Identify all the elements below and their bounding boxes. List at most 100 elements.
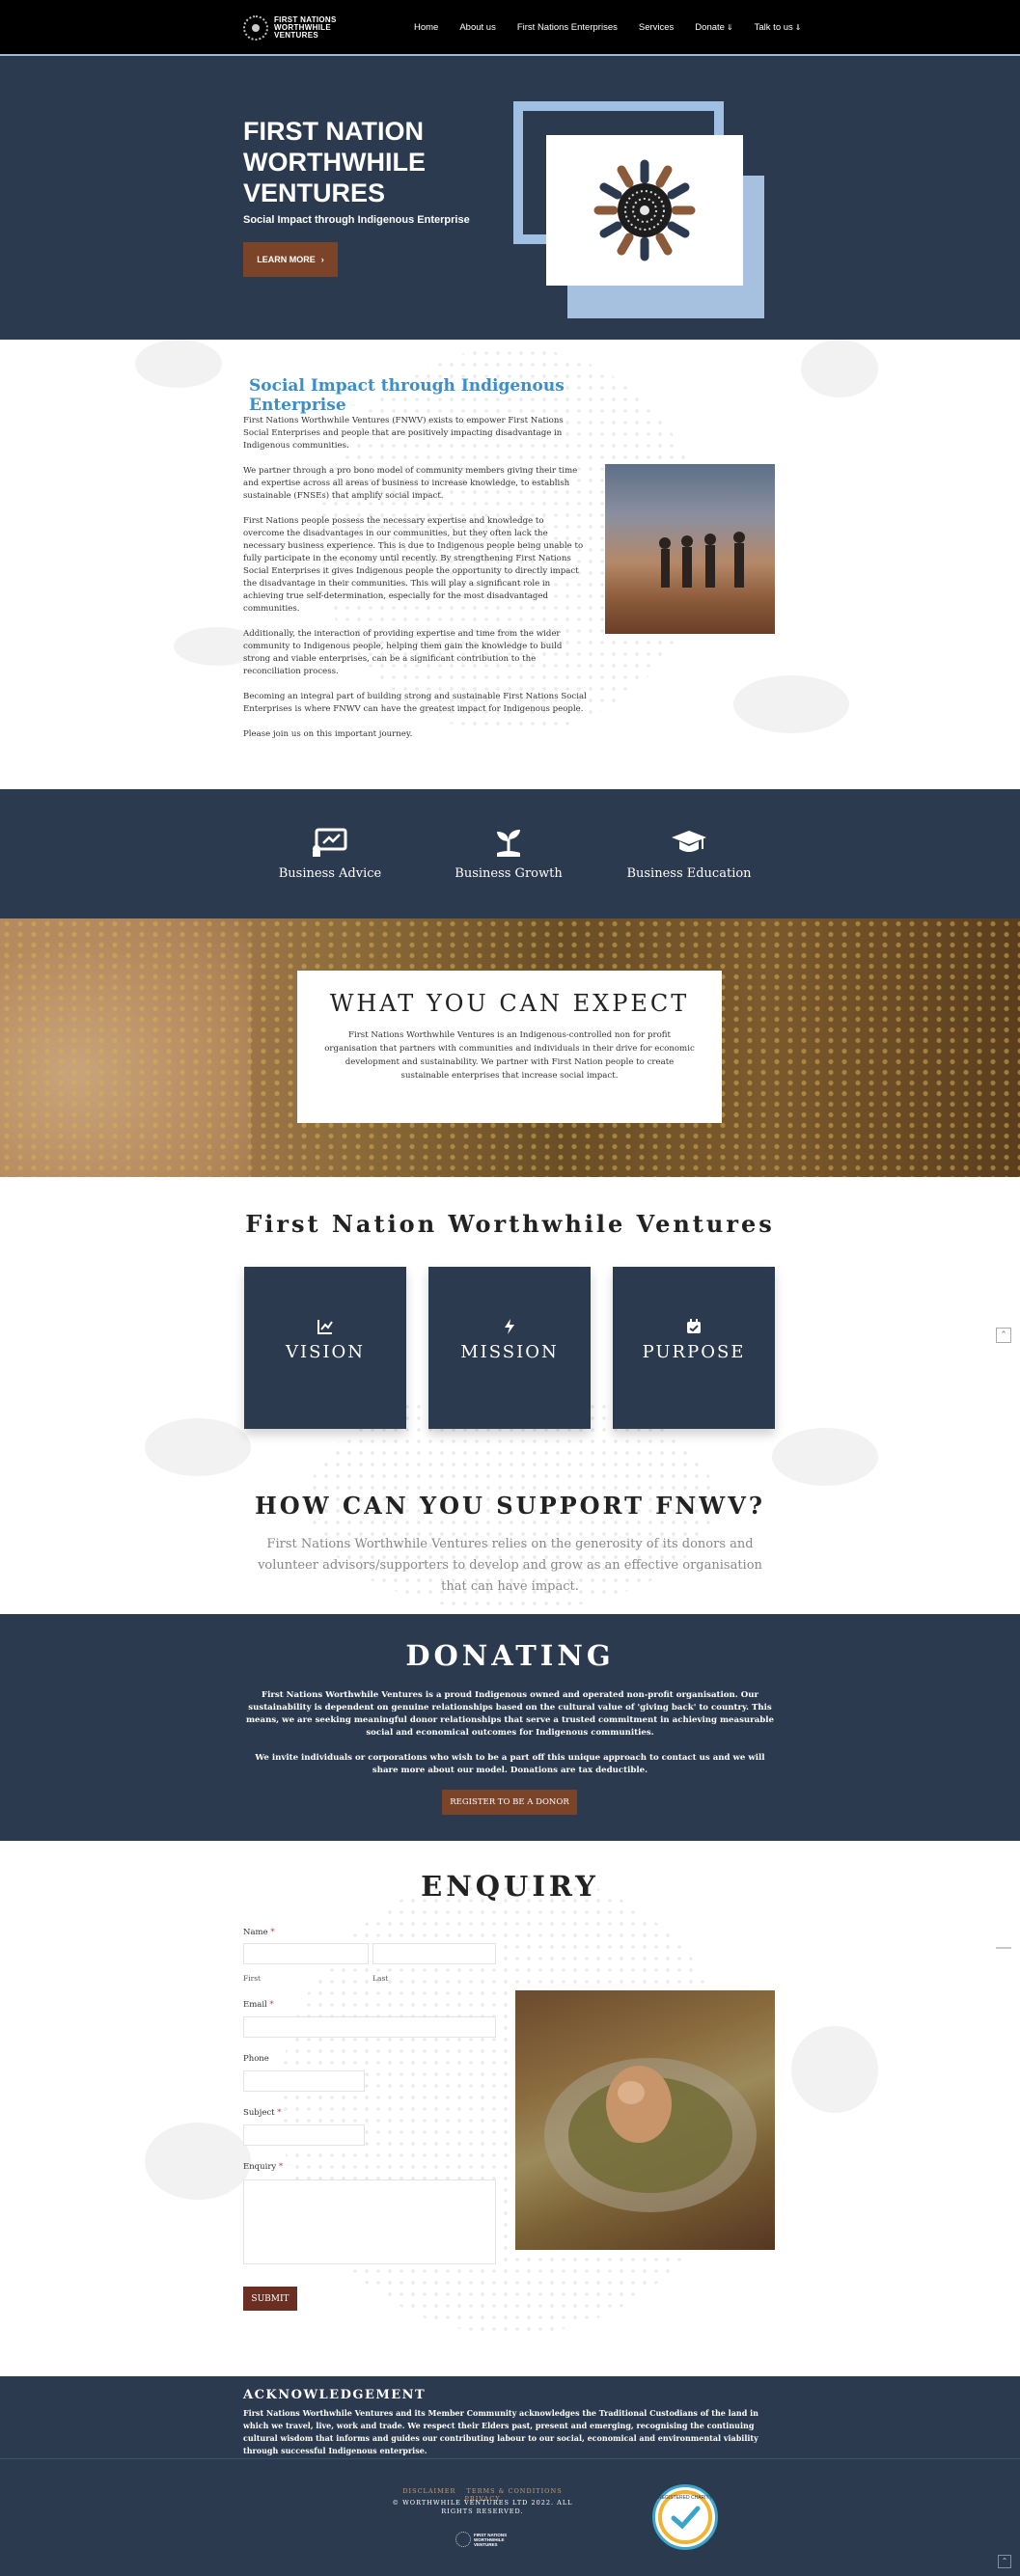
- enquiry-title: ENQUIRY: [421, 1870, 599, 1903]
- intro-paragraph: Please join us on this important journey…: [243, 729, 413, 739]
- email-label: Email *: [243, 2000, 274, 2010]
- card-label: PURPOSE: [642, 1342, 746, 1362]
- scroll-up-icon[interactable]: ⌃: [996, 1328, 1011, 1343]
- learn-more-label: LEARN MORE: [257, 255, 316, 264]
- terms-link[interactable]: TERMS & CONDITIONS: [467, 2487, 563, 2495]
- svg-text:REGISTERED CHARITY: REGISTERED CHARITY: [658, 2495, 713, 2501]
- dot-art-icon: [593, 159, 696, 261]
- expect-title: WHAT YOU CAN EXPECT: [329, 990, 690, 1017]
- hikers-photo: [605, 464, 775, 634]
- hikers-silhouette-icon: [659, 532, 745, 588]
- service-business-education: Business Education: [612, 828, 766, 881]
- chart-icon: [317, 1320, 333, 1334]
- intro-paragraph: First Nations Worthwhile Ventures (FNWV)…: [243, 416, 564, 451]
- logo-mark-icon: [243, 15, 268, 41]
- footer-divider: [0, 2458, 1020, 2459]
- support-text: First Nations Worthwhile Ventures relies…: [258, 1537, 762, 1594]
- footer-logo-text: FIRST NATIONS WORTHWHILE VENTURES: [474, 2532, 508, 2547]
- bg-shape: [135, 340, 222, 388]
- logo-text: FIRST NATIONS WORTHWHILE VENTURES: [274, 15, 337, 40]
- side-tab-marker: [996, 1947, 1011, 1949]
- bolt-icon: [505, 1319, 514, 1334]
- donating-paragraph: First Nations Worthwhile Ventures is a p…: [245, 1690, 775, 1738]
- nav-home[interactable]: Home: [403, 22, 449, 33]
- nav-donate-label: Donate: [695, 21, 725, 33]
- chevron-right-icon: ›: [320, 255, 324, 264]
- service-label: Business Advice: [278, 866, 382, 881]
- site-footer: ACKNOWLEDGEMENT First Nations Worthwhile…: [0, 2376, 1020, 2576]
- charity-tick-icon: REGISTERED CHARITY: [658, 2490, 713, 2544]
- hero-subtitle: Social Impact through Indigenous Enterpr…: [243, 214, 470, 226]
- registered-charity-badge: REGISTERED CHARITY: [652, 2484, 718, 2550]
- disclaimer-link[interactable]: DISCLAIMER: [402, 2487, 455, 2495]
- bg-shape: [733, 675, 849, 733]
- donating-section: DONATING First Nations Worthwhile Ventur…: [0, 1614, 1020, 1841]
- phone-label: Phone: [243, 2054, 269, 2064]
- hero-title: FIRST NATION WORTHWHILE VENTURES: [243, 117, 426, 207]
- enquiry-textarea[interactable]: [243, 2179, 496, 2264]
- fnwv-title: First Nation Worthwhile Ventures: [245, 1210, 775, 1238]
- copyright: © WORTHWHILE VENTURES LTD 2022. ALL RIGH…: [392, 2499, 573, 2515]
- hero-section: FIRST NATION WORTHWHILE VENTURES Social …: [0, 54, 1020, 340]
- last-name-input[interactable]: [372, 1943, 496, 1964]
- intro-paragraph: Additionally, the interaction of providi…: [243, 629, 563, 676]
- enquiry-label: Enquiry *: [243, 2162, 284, 2172]
- chevron-down-icon: ⇓: [794, 22, 802, 32]
- site-logo[interactable]: FIRST NATIONS WORTHWHILE VENTURES: [243, 14, 340, 42]
- donating-paragraph: We invite individuals or corporations wh…: [255, 1753, 765, 1775]
- phone-input[interactable]: [243, 2070, 365, 2092]
- service-label: Business Education: [626, 866, 752, 881]
- logo-mark-icon: [455, 2532, 471, 2547]
- presentation-icon: [313, 828, 347, 857]
- grinding-stone-photo: [515, 1990, 775, 2250]
- graduation-cap-icon: [672, 831, 706, 852]
- bg-shape: [145, 2123, 251, 2200]
- expect-text: First Nations Worthwhile Ventures is an …: [324, 1030, 695, 1081]
- learn-more-button[interactable]: LEARN MORE ›: [243, 242, 338, 277]
- back-to-top-icon[interactable]: ⌃: [998, 2555, 1011, 2568]
- subject-label: Subject *: [243, 2108, 282, 2118]
- service-business-advice: Business Advice: [253, 828, 407, 881]
- acknowledgement-text: First Nations Worthwhile Ventures and it…: [243, 2408, 758, 2455]
- first-sublabel: First: [243, 1974, 262, 1983]
- service-business-growth: Business Growth: [431, 828, 586, 881]
- nav-talk-to-us[interactable]: Talk to us ⇓: [744, 22, 813, 33]
- email-input[interactable]: [243, 2016, 496, 2038]
- subject-input[interactable]: [243, 2124, 365, 2146]
- nav-donate[interactable]: Donate ⇓: [684, 22, 743, 33]
- nav-services[interactable]: Services: [628, 22, 684, 33]
- footer-logo[interactable]: FIRST NATIONS WORTHWHILE VENTURES: [455, 2531, 510, 2548]
- nav-talk-to-us-label: Talk to us: [754, 21, 793, 33]
- donating-title: DONATING: [405, 1639, 615, 1672]
- main-nav: Home About us First Nations Enterprises …: [403, 0, 812, 54]
- card-vision[interactable]: VISION: [244, 1267, 406, 1429]
- aboriginal-artwork-image: [546, 135, 743, 286]
- intro-paragraph: First Nations people possess the necessa…: [243, 516, 584, 614]
- nav-about-us[interactable]: About us: [449, 22, 507, 33]
- card-mission[interactable]: MISSION: [428, 1267, 591, 1429]
- service-label: Business Growth: [455, 866, 563, 881]
- chevron-down-icon: ⇓: [726, 22, 733, 32]
- name-label: Name *: [243, 1928, 275, 1937]
- first-name-input[interactable]: [243, 1943, 369, 1964]
- intro-body: First Nations Worthwhile Ventures (FNWV)…: [243, 415, 587, 754]
- services-band: Business Advice Business Growth Business…: [0, 789, 1020, 918]
- intro-paragraph: Becoming an integral part of building st…: [243, 692, 587, 714]
- submit-button[interactable]: SUBMIT: [243, 2287, 297, 2311]
- intro-paragraph: We partner through a pro bono model of c…: [243, 466, 578, 501]
- seedling-icon: [497, 830, 520, 857]
- grinding-stone-icon: [544, 2058, 757, 2212]
- bg-shape: [801, 340, 878, 397]
- calendar-check-icon: [687, 1319, 701, 1333]
- card-label: VISION: [285, 1342, 366, 1362]
- card-purpose[interactable]: PURPOSE: [613, 1267, 775, 1429]
- last-sublabel: Last: [372, 1974, 389, 1983]
- card-label: MISSION: [460, 1342, 559, 1362]
- site-header: FIRST NATIONS WORTHWHILE VENTURES Home A…: [0, 0, 1020, 54]
- acknowledgement-title: ACKNOWLEDGEMENT: [243, 2388, 427, 2402]
- expect-card: WHAT YOU CAN EXPECT First Nations Worthw…: [297, 971, 722, 1123]
- register-donor-button[interactable]: REGISTER TO BE A DONOR: [442, 1790, 577, 1815]
- bg-shape: [772, 1428, 878, 1486]
- bg-shape: [145, 1418, 251, 1476]
- nav-first-nations-enterprises[interactable]: First Nations Enterprises: [507, 22, 628, 33]
